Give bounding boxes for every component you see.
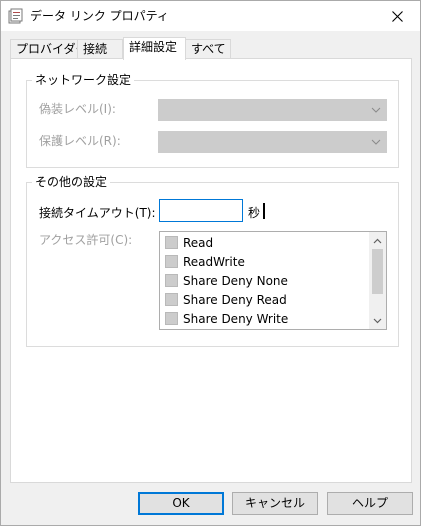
group-title: ネットワーク設定	[32, 72, 135, 88]
checkbox[interactable]	[165, 274, 178, 287]
impersonation-level-label: 偽装レベル(I):	[39, 102, 116, 116]
close-icon	[391, 10, 403, 22]
tab-label: 接続	[83, 42, 108, 56]
checkbox[interactable]	[165, 236, 178, 249]
chevron-down-icon	[371, 139, 381, 145]
scroll-up-button[interactable]	[369, 232, 386, 249]
group-title: その他の設定	[32, 174, 111, 190]
list-item-share-deny-read[interactable]: Share Deny Read	[165, 291, 287, 310]
tab-advanced[interactable]: 詳細設定	[123, 37, 186, 60]
access-permissions-label: アクセス許可(C):	[39, 233, 133, 247]
connection-timeout-input[interactable]	[159, 199, 243, 222]
help-button[interactable]: ヘルプ	[327, 492, 413, 515]
tab-provider[interactable]: プロバイダー	[10, 39, 88, 59]
list-item-share-deny-write[interactable]: Share Deny Write	[165, 310, 288, 329]
chevron-down-icon	[373, 318, 382, 323]
text-caret	[263, 203, 265, 219]
tab-all[interactable]: すべて	[185, 39, 231, 59]
tab-connection[interactable]: 接続	[77, 39, 123, 59]
protection-level-label: 保護レベル(R):	[39, 134, 121, 148]
tab-label: 詳細設定	[129, 40, 178, 54]
list-scrollbar[interactable]	[369, 232, 386, 329]
other-settings-group: その他の設定 接続タイムアウト(T): 秒 アクセス許可(C): Read Re…	[26, 174, 399, 347]
chevron-down-icon	[371, 107, 381, 113]
window-title: データ リンク プロパティ	[30, 9, 169, 23]
network-settings-group: ネットワーク設定 偽装レベル(I): 保護レベル(R):	[26, 72, 399, 168]
cancel-button[interactable]: キャンセル	[232, 492, 318, 515]
scroll-down-button[interactable]	[369, 312, 386, 329]
list-item-readwrite[interactable]: ReadWrite	[165, 253, 245, 272]
list-item-share-deny-none[interactable]: Share Deny None	[165, 272, 288, 291]
list-item-read[interactable]: Read	[165, 234, 213, 253]
chevron-up-icon	[373, 238, 382, 243]
tab-label: すべて	[191, 42, 226, 56]
close-button[interactable]	[374, 1, 420, 31]
access-permissions-list[interactable]: Read ReadWrite Share Deny None Share Den…	[159, 231, 387, 330]
data-link-icon	[8, 8, 24, 24]
title-bar: データ リンク プロパティ	[1, 1, 420, 31]
advanced-tab-panel: ネットワーク設定 偽装レベル(I): 保護レベル(R): その他の設定 接続タイ…	[10, 58, 412, 483]
checkbox[interactable]	[165, 312, 178, 325]
impersonation-level-select[interactable]	[158, 99, 387, 121]
connection-timeout-label: 接続タイムアウト(T):	[39, 206, 156, 220]
protection-level-select[interactable]	[158, 131, 387, 153]
data-link-properties-window: データ リンク プロパティ プロバイダー 接続 詳細設定 すべて ネットワーク設…	[0, 0, 421, 526]
ok-button[interactable]: OK	[138, 492, 224, 515]
scroll-thumb[interactable]	[372, 249, 383, 294]
timeout-unit-label: 秒	[248, 206, 261, 220]
checkbox[interactable]	[165, 293, 178, 306]
checkbox[interactable]	[165, 255, 178, 268]
